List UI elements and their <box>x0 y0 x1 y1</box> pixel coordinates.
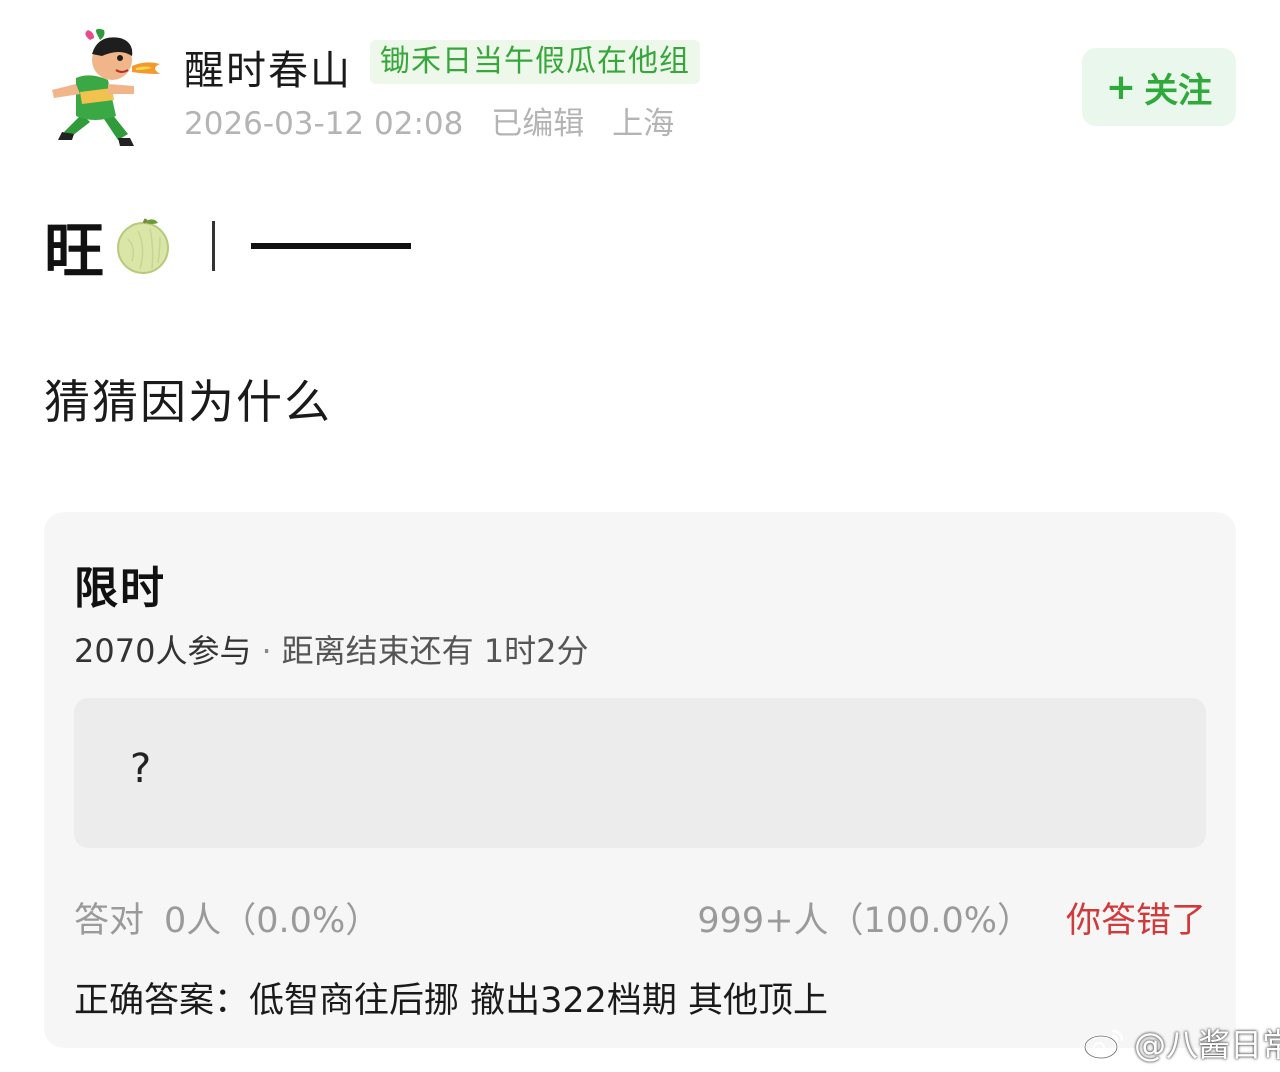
quiz-card: 限时 2070人参与 · 距离结束还有 1时2分 ? 答对 0人（0.0%） 999+… <box>44 512 1236 1048</box>
post-timestamp: 2026-03-12 02:08 <box>184 106 464 142</box>
result-status: 你答错了 <box>1065 901 1206 941</box>
quiz-title: 限时 <box>74 563 166 614</box>
post-title: 旺 <box>44 216 104 287</box>
correct-count: 0人（0.0%） <box>164 901 381 941</box>
quiz-participants: 2070人参与 <box>74 632 252 670</box>
post-title-row: 旺 <box>44 208 411 287</box>
post-body: 猜猜因为什么 <box>44 375 332 429</box>
quiz-user-result: 999+人（100.0%） 你答错了 <box>697 892 1206 943</box>
title-divider <box>212 221 215 271</box>
group-tag[interactable]: 锄禾日当午假瓜在他组 <box>370 40 700 84</box>
edited-label: 已编辑 <box>491 106 585 142</box>
plus-icon: + <box>1105 66 1137 108</box>
avatar[interactable] <box>42 28 172 148</box>
quiz-stats: 2070人参与 · 距离结束还有 1时2分 <box>74 626 589 672</box>
follow-button[interactable]: + 关注 <box>1082 48 1236 126</box>
post-page: 醒时春山 锄禾日当午假瓜在他组 2026-03-12 02:08 已编辑 上海 … <box>0 0 1280 1072</box>
correct-answer: 正确答案：低智商往后挪 撤出322档期 其他顶上 <box>74 981 829 1021</box>
watermark: @八酱日常 <box>1082 1020 1280 1066</box>
follow-label: 关注 <box>1144 70 1213 111</box>
quiz-remaining: 距离结束还有 1时2分 <box>281 632 589 670</box>
answer-count: 999+人（100.0%） <box>697 901 1032 941</box>
quiz-correct-result: 答对 0人（0.0%） <box>74 892 380 943</box>
correct-label: 答对 <box>74 901 145 941</box>
stats-separator: · <box>261 632 272 670</box>
post-location: 上海 <box>612 106 675 142</box>
post-meta: 2026-03-12 02:08 已编辑 上海 <box>184 98 674 143</box>
quiz-option[interactable]: ? <box>74 698 1206 848</box>
weibo-icon <box>1083 1029 1124 1060</box>
username[interactable]: 醒时春山 <box>184 38 352 96</box>
watermark-text: @八酱日常 <box>1134 1026 1280 1064</box>
quiz-option-label: ? <box>130 746 152 792</box>
title-dash <box>251 243 411 249</box>
melon-icon <box>117 218 169 274</box>
